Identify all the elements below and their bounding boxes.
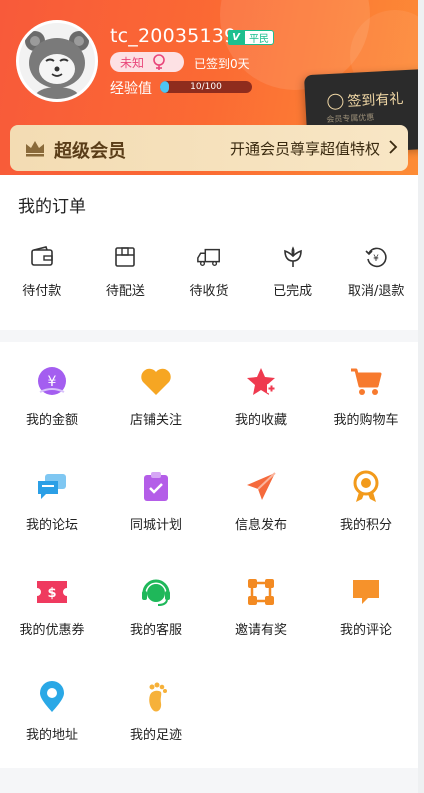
service-my-favorites[interactable]: 我的收藏: [209, 365, 313, 435]
super-vip-banner[interactable]: 超级会员 开通会员尊享超值特权: [10, 125, 408, 171]
exp-progress-text: 10/100: [190, 82, 222, 92]
star-plus-icon: [244, 365, 278, 399]
username: tc_20035139: [110, 25, 237, 47]
paper-plane-icon: [244, 470, 278, 504]
order-item-pending-delivery[interactable]: 待配送: [84, 244, 168, 304]
comment-icon: [349, 575, 383, 609]
member-center-page: tc_20035139 V 平民 未知 已签到0天 经验值 10/100 签到有…: [0, 0, 418, 793]
service-label: 我的足迹: [129, 728, 182, 743]
service-my-footprints[interactable]: 我的足迹: [104, 680, 208, 750]
gender-female-icon: [153, 54, 165, 70]
avatar[interactable]: [16, 20, 98, 102]
service-label: 同城计划: [129, 518, 182, 533]
service-my-points[interactable]: 我的积分: [314, 470, 418, 540]
orders-section-title: 我的订单: [18, 197, 86, 217]
service-my-coupons[interactable]: $ 我的优惠券: [0, 575, 104, 645]
service-label: 我的金额: [25, 413, 78, 428]
footprint-icon: [139, 680, 173, 714]
cart-icon: [349, 365, 383, 399]
order-label: 已完成: [273, 284, 313, 299]
heart-icon: [139, 365, 173, 399]
wallet-icon: [29, 244, 55, 270]
service-city-plan[interactable]: 同城计划: [104, 470, 208, 540]
service-store-follow[interactable]: 店铺关注: [104, 365, 208, 435]
svg-text:¥: ¥: [48, 374, 57, 390]
svg-text:$: $: [47, 586, 56, 601]
chevron-right-icon: [389, 140, 398, 154]
vip-level-badge[interactable]: V 平民: [228, 30, 274, 45]
truck-icon: [196, 244, 222, 270]
section-divider: [0, 330, 418, 342]
service-my-address[interactable]: 我的地址: [0, 680, 104, 750]
scrollbar[interactable]: [418, 0, 424, 793]
service-label: 我的论坛: [25, 518, 78, 533]
svg-text:¥: ¥: [373, 254, 379, 264]
clipboard-check-icon: [139, 470, 173, 504]
order-label: 取消/退款: [347, 284, 405, 299]
vip-title: 超级会员: [54, 141, 126, 162]
gender-pill: 未知: [110, 52, 184, 72]
box-icon: [112, 244, 138, 270]
flower-icon: [280, 244, 306, 270]
vip-v-badge: V: [228, 30, 244, 45]
coupon-icon: $: [35, 575, 69, 609]
order-item-cancel-refund[interactable]: ¥ 取消/退款: [334, 244, 418, 304]
order-label: 待收货: [189, 284, 229, 299]
service-label: 我的购物车: [333, 413, 399, 428]
service-my-cart[interactable]: 我的购物车: [314, 365, 418, 435]
signin-label: 签到有礼: [347, 91, 404, 111]
medal-icon: [349, 470, 383, 504]
vip-level-label: 平民: [244, 30, 274, 45]
service-label: 邀请有奖: [234, 623, 287, 638]
yen-coin-icon: ¥: [35, 365, 69, 399]
service-label: 店铺关注: [129, 413, 182, 428]
service-my-forum[interactable]: 我的论坛: [0, 470, 104, 540]
signin-coin-icon: [327, 93, 344, 111]
service-label: 我的收藏: [234, 413, 287, 428]
order-item-pending-receipt[interactable]: 待收货: [167, 244, 251, 304]
headset-icon: [139, 575, 173, 609]
bear-avatar-icon: [19, 23, 95, 99]
order-label: 待配送: [105, 284, 145, 299]
service-my-balance[interactable]: ¥ 我的金额: [0, 365, 104, 435]
order-status-row: 待付款 待配送 待收货 已完成 ¥ 取消/退款: [0, 244, 418, 304]
service-label: 我的评论: [339, 623, 392, 638]
chat-icon: [35, 470, 69, 504]
gender-label: 未知: [120, 55, 145, 70]
vip-promo-text: 开通会员尊享超值特权: [229, 140, 380, 158]
signed-in-days: 已签到0天: [194, 57, 250, 71]
service-label: 信息发布: [234, 518, 287, 533]
service-customer-service[interactable]: 我的客服: [104, 575, 208, 645]
signin-sub-label: 会员专属优惠: [326, 112, 375, 125]
service-my-reviews[interactable]: 我的评论: [314, 575, 418, 645]
refund-icon: ¥: [363, 244, 389, 270]
order-item-completed[interactable]: 已完成: [251, 244, 335, 304]
service-label: 我的积分: [339, 518, 392, 533]
nodes-icon: [244, 575, 278, 609]
service-invite-reward[interactable]: 邀请有奖: [209, 575, 313, 645]
location-pin-icon: [35, 680, 69, 714]
crown-icon: [26, 141, 44, 157]
order-item-pending-payment[interactable]: 待付款: [0, 244, 84, 304]
service-info-publish[interactable]: 信息发布: [209, 470, 313, 540]
section-divider: [0, 768, 418, 793]
service-label: 我的客服: [129, 623, 182, 638]
order-label: 待付款: [22, 284, 62, 299]
service-label: 我的优惠券: [19, 623, 85, 638]
exp-progress-bar: 10/100: [160, 81, 252, 93]
service-label: 我的地址: [25, 728, 78, 743]
exp-label: 经验值: [110, 81, 152, 97]
